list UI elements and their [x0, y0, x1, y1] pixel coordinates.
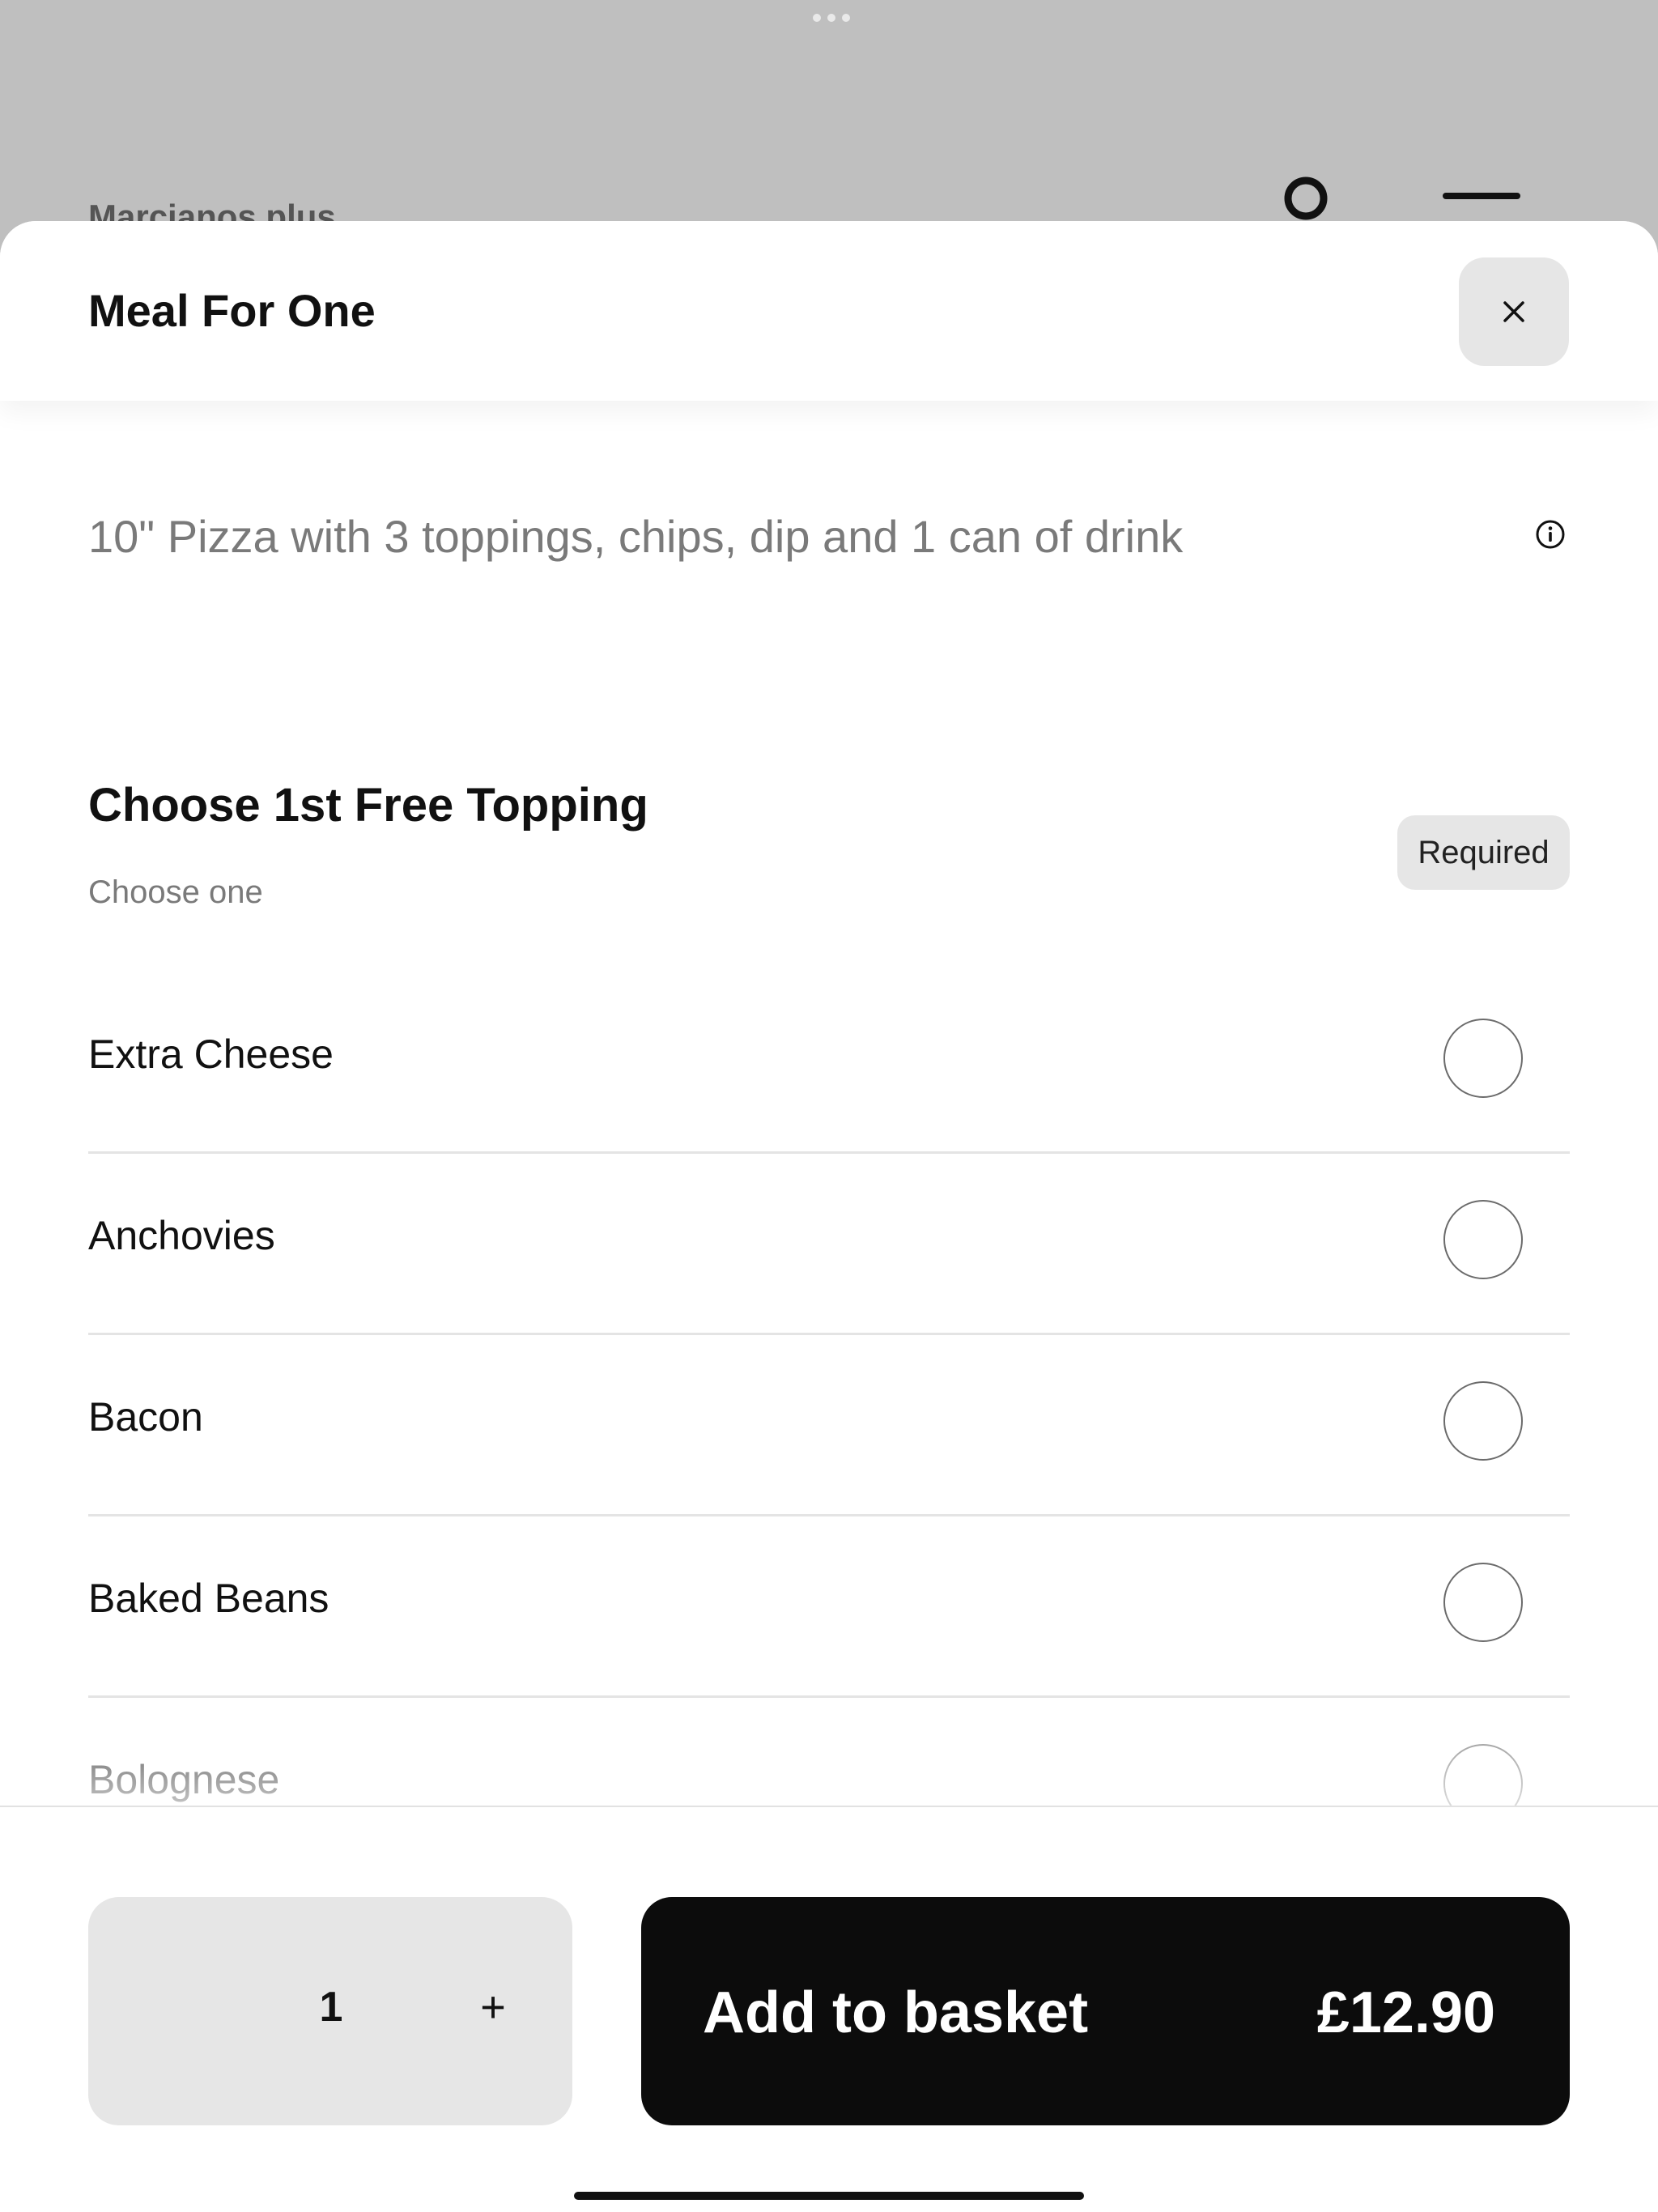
option-label: Bacon	[88, 1394, 203, 1440]
window-drag-dots[interactable]	[813, 14, 850, 22]
item-description: 10" Pizza with 3 toppings, chips, dip an…	[88, 511, 1184, 562]
increment-button[interactable]: +	[461, 1975, 525, 2040]
option-group-title: Choose 1st Free Topping	[88, 779, 648, 832]
option-extra-cheese[interactable]: Extra Cheese	[88, 972, 1570, 1154]
home-indicator[interactable]	[574, 2192, 1084, 2200]
sheet-title: Meal For One	[88, 285, 376, 336]
topping-options-list: Extra Cheese Anchovies Bacon Baked Beans…	[88, 972, 1570, 1806]
add-to-basket-label: Add to basket	[703, 1980, 1089, 2045]
option-group-subtitle: Choose one	[88, 874, 263, 910]
radio-button[interactable]	[1443, 1200, 1523, 1279]
radio-button[interactable]	[1443, 1019, 1523, 1098]
info-icon[interactable]	[1535, 519, 1566, 550]
options-scroll-area[interactable]: 10" Pizza with 3 toppings, chips, dip an…	[0, 401, 1658, 1806]
account-circle-icon	[1284, 177, 1328, 220]
option-label: Baked Beans	[88, 1576, 329, 1621]
option-baked-beans[interactable]: Baked Beans	[88, 1516, 1570, 1698]
radio-button[interactable]	[1443, 1744, 1523, 1806]
footer-bar: 1 + Add to basket £12.90	[0, 1806, 1658, 2212]
option-label: Anchovies	[88, 1213, 275, 1258]
quantity-stepper[interactable]: 1 +	[88, 1897, 572, 2125]
radio-button[interactable]	[1443, 1381, 1523, 1461]
close-button[interactable]	[1459, 257, 1569, 366]
option-bacon[interactable]: Bacon	[88, 1335, 1570, 1516]
add-to-basket-button[interactable]: Add to basket £12.90	[641, 1897, 1570, 2125]
quantity-value: 1	[319, 1984, 343, 2031]
required-badge: Required	[1397, 815, 1570, 890]
item-sheet: Meal For One 10" Pizza with 3 toppings, …	[0, 221, 1658, 2212]
hamburger-menu-icon	[1443, 193, 1520, 199]
sheet-header: Meal For One	[0, 221, 1658, 401]
option-anchovies[interactable]: Anchovies	[88, 1154, 1570, 1335]
option-label: Bolognese	[88, 1757, 280, 1802]
close-icon	[1503, 301, 1524, 322]
option-label: Extra Cheese	[88, 1032, 334, 1077]
total-price: £12.90	[1316, 1980, 1495, 2045]
radio-button[interactable]	[1443, 1563, 1523, 1642]
option-bolognese[interactable]: Bolognese	[88, 1698, 1570, 1806]
